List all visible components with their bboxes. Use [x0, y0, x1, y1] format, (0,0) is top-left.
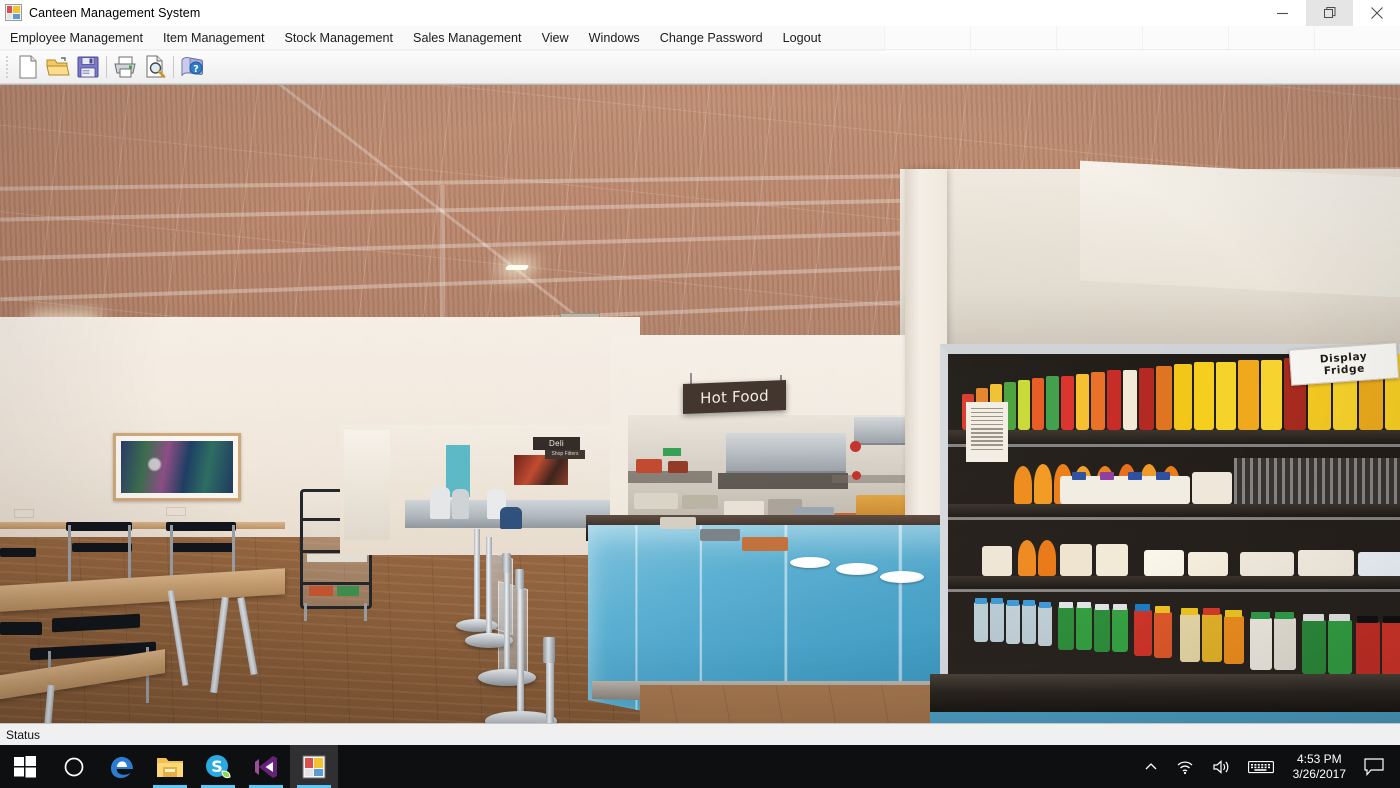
menu-stock-management[interactable]: Stock Management [275, 26, 404, 51]
svg-text:?: ? [193, 64, 199, 75]
print-icon[interactable] [110, 53, 140, 81]
fridge-grille [1234, 458, 1400, 504]
exit-sign [663, 448, 681, 456]
plate-stack [836, 563, 878, 575]
food-tray [700, 529, 740, 541]
start-button[interactable] [0, 745, 50, 788]
person [500, 507, 522, 529]
taskbar-items: S [0, 745, 338, 788]
plate-stack [790, 557, 830, 568]
menu-bar-bands [884, 26, 1400, 51]
display-fridge-sign: Display Fridge [1288, 342, 1400, 386]
fridge-case [940, 344, 1400, 676]
photo-scene: Deli Shop Fitters Hot Food Display Fridg… [0, 85, 1400, 723]
network-button[interactable] [1167, 745, 1203, 788]
toolbar-separator [106, 56, 107, 78]
cortana-circle-icon [64, 757, 84, 776]
taskbar-skype[interactable]: S [194, 745, 242, 788]
minimize-button[interactable] [1259, 0, 1306, 26]
edge-icon [111, 756, 133, 778]
touch-keyboard-button[interactable] [1239, 745, 1283, 788]
taskbar-edge[interactable] [98, 745, 146, 788]
person [430, 487, 450, 519]
hot-food-sign: Hot Food [683, 380, 786, 414]
speaker-icon [1213, 759, 1228, 774]
food-tray [660, 517, 696, 529]
window-controls [1259, 0, 1400, 26]
chevron-up-icon [1145, 762, 1157, 769]
person [452, 489, 469, 519]
plate-stack [880, 571, 924, 583]
doorway [344, 430, 390, 540]
cortana-search-button[interactable] [50, 745, 98, 788]
toolbar-separator [173, 56, 174, 78]
windows-logo-icon [14, 755, 36, 777]
toolbar-grip[interactable] [3, 55, 11, 79]
wall-poster [514, 455, 568, 485]
display-fridge: Display Fridge [930, 330, 1400, 723]
menu-view[interactable]: View [532, 26, 579, 51]
title-bar: Canteen Management System [0, 0, 1400, 26]
action-center-button[interactable] [1356, 745, 1396, 788]
help-book-icon[interactable]: ? [177, 53, 207, 81]
fridge-granite-base [930, 674, 1400, 714]
status-bar: Status [0, 723, 1400, 745]
fire-alarm [850, 441, 861, 452]
menu-item-management[interactable]: Item Management [153, 26, 275, 51]
canteen-photo: Deli Shop Fitters Hot Food Display Fridg… [0, 84, 1400, 723]
tool-bar: ? [0, 51, 1400, 84]
deli-sign-subtitle: Shop Fitters [545, 450, 585, 459]
fridge-blue-panel [930, 712, 1400, 723]
windows-taskbar: S 4:53 PM 3/26/2017 [0, 745, 1400, 788]
skype-icon: S [206, 754, 231, 778]
application-window: Canteen Management System Employee Manag… [0, 0, 1400, 745]
svg-text:S: S [211, 757, 223, 776]
window-title: Canteen Management System [29, 5, 201, 20]
servery-floor [640, 685, 960, 723]
app-grid-icon [302, 755, 326, 778]
menu-windows[interactable]: Windows [579, 26, 650, 51]
status-text: Status [6, 727, 41, 742]
fire-alarm [852, 471, 861, 480]
keyboard-icon [1247, 760, 1274, 773]
menu-card [966, 402, 1008, 462]
save-floppy-icon[interactable] [73, 53, 103, 81]
menu-logout[interactable]: Logout [773, 26, 832, 51]
display-fridge-sign-line2: Fridge [1323, 362, 1366, 378]
taskbar-canteen-app[interactable] [290, 745, 338, 788]
queue-stanchion-base [478, 669, 536, 686]
clock-date: 3/26/2017 [1292, 766, 1346, 781]
speech-bubble-icon [1364, 757, 1384, 776]
new-document-icon[interactable] [13, 53, 43, 81]
food-tray [742, 537, 788, 551]
taskbar-visual-studio[interactable] [242, 745, 290, 788]
menu-sales-management[interactable]: Sales Management [403, 26, 532, 51]
open-folder-icon[interactable] [43, 53, 73, 81]
folder-icon [157, 757, 183, 777]
clock-time: 4:53 PM [1296, 751, 1342, 766]
menu-bar: Employee Management Item Management Stoc… [0, 26, 1400, 51]
restore-button[interactable] [1306, 0, 1353, 26]
close-button[interactable] [1353, 0, 1400, 26]
taskbar-clock[interactable]: 4:53 PM 3/26/2017 [1283, 745, 1356, 788]
print-preview-icon[interactable] [140, 53, 170, 81]
menu-change-password[interactable]: Change Password [650, 26, 773, 51]
wall-rail [0, 522, 285, 529]
volume-button[interactable] [1203, 745, 1239, 788]
visual-studio-icon [255, 755, 277, 778]
right-ceiling-panel [1080, 160, 1400, 298]
wifi-icon [1177, 761, 1193, 774]
app-grid-icon [5, 4, 22, 21]
menu-employee-management[interactable]: Employee Management [0, 26, 153, 51]
wall-artwork [113, 433, 241, 501]
taskbar-file-explorer[interactable] [146, 745, 194, 788]
system-tray: 4:53 PM 3/26/2017 [1135, 745, 1400, 788]
show-hidden-icons-button[interactable] [1135, 745, 1167, 788]
deli-sign: Deli [533, 437, 580, 450]
